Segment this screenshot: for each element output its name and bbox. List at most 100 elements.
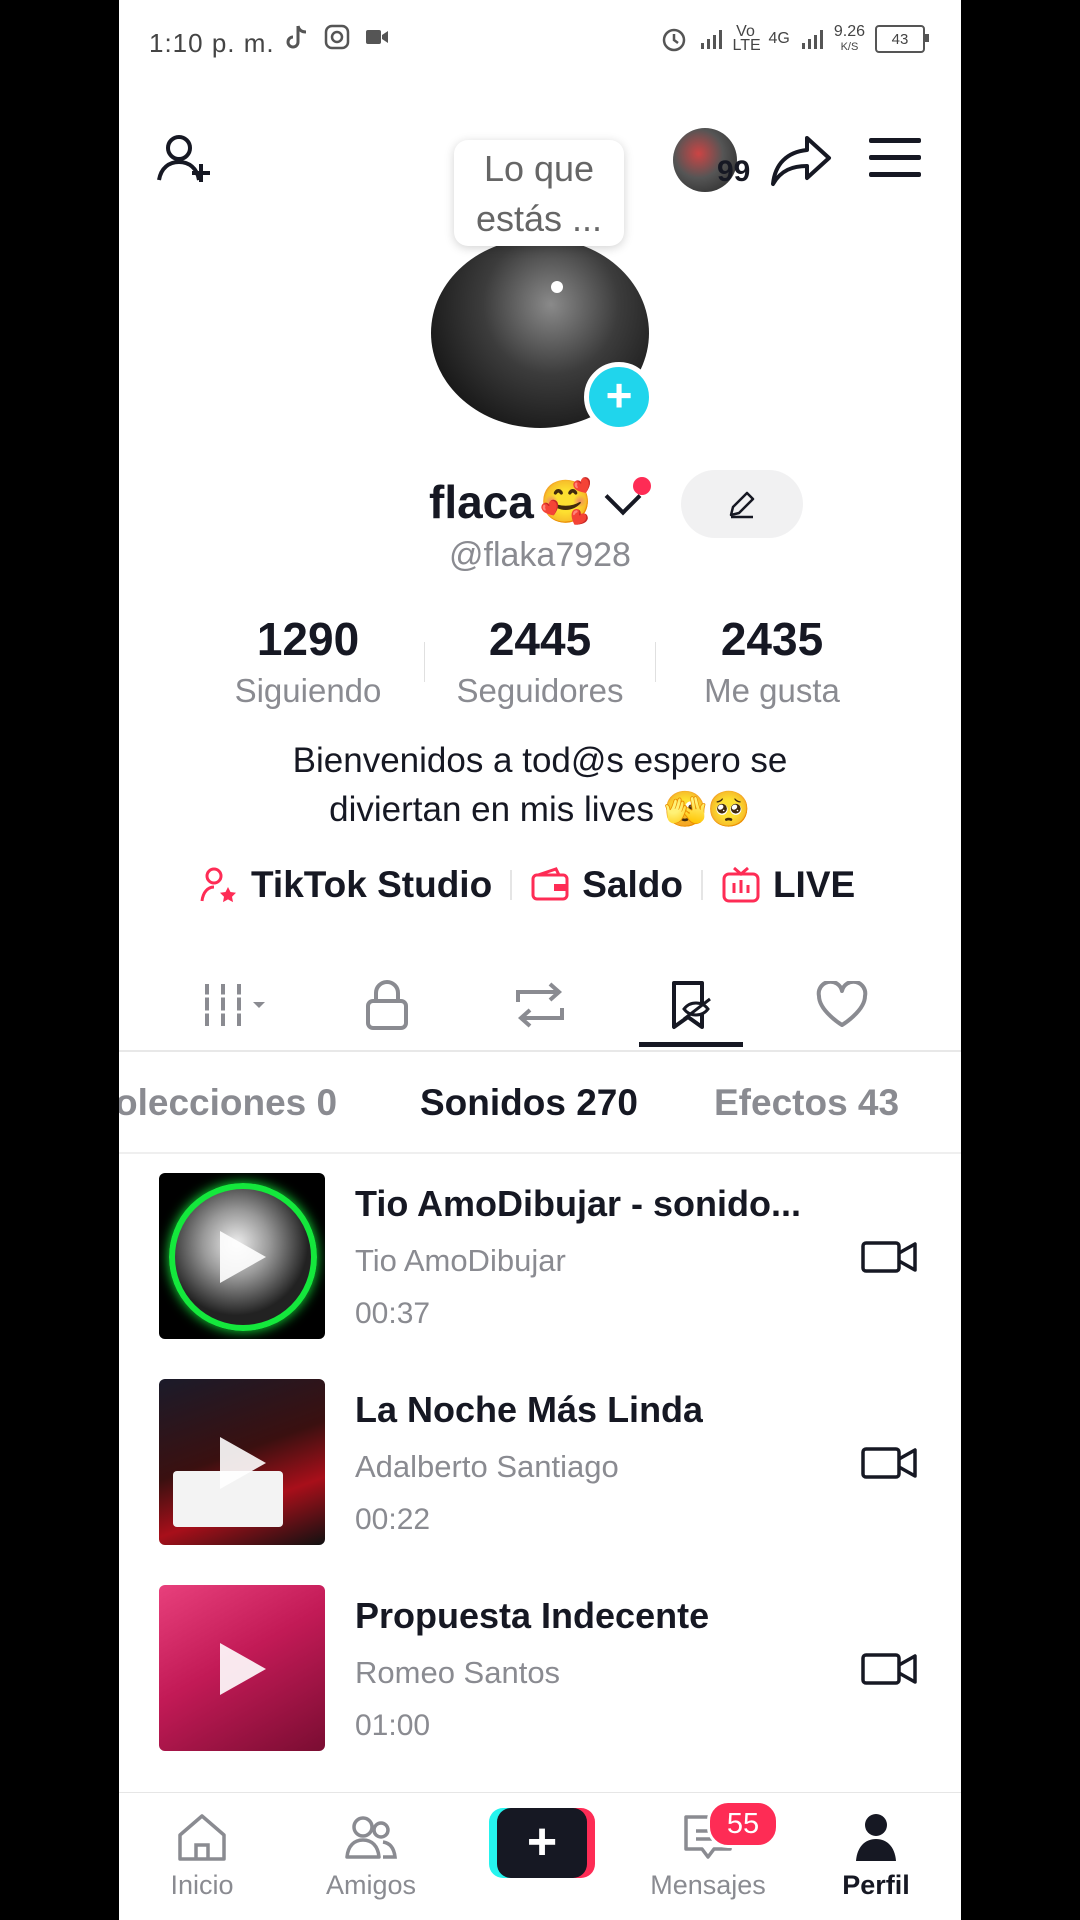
sound-artist: Romeo Santos: [355, 1655, 561, 1690]
link-divider: [510, 870, 513, 900]
tiktok-studio-link[interactable]: TikTok Studio: [199, 864, 492, 906]
status-bar: 1:10 p. m. Vo LTE 4G 9.26 K/S 43: [119, 0, 961, 86]
studio-label: TikTok Studio: [251, 864, 493, 905]
create-button[interactable]: +: [489, 1808, 595, 1878]
sound-cover: [159, 1585, 325, 1751]
bookmark-hidden-icon: [672, 981, 711, 1029]
sound-cover: [159, 1173, 325, 1339]
battery-icon: 43: [875, 25, 929, 53]
instagram-notification-icon: [324, 24, 350, 50]
stat-followers[interactable]: 2445 Seguidores: [424, 612, 656, 710]
nav-home[interactable]: Inicio: [142, 1811, 262, 1901]
tab-collections[interactable]: olecciones 0: [119, 1082, 337, 1124]
home-icon: [178, 1814, 226, 1861]
tab-reposts[interactable]: [490, 960, 590, 1050]
wallet-icon: [531, 867, 569, 901]
nav-label: Amigos: [325, 1870, 417, 1900]
tab-favorites[interactable]: [641, 960, 741, 1050]
battery-level: 43: [891, 30, 909, 48]
share-icon[interactable]: [769, 130, 835, 190]
network-gen-label: 4G: [768, 30, 790, 47]
status-right: Vo LTE 4G 9.26 K/S 43: [659, 22, 929, 54]
tooltip-dot: [551, 281, 563, 293]
bio-line: Bienvenidos a tod@s espero se: [292, 741, 788, 780]
sound-title: Tio AmoDibujar - sonido...: [355, 1183, 801, 1224]
tab-videos[interactable]: [189, 960, 289, 1050]
profile-name-row[interactable]: flaca 🥰: [429, 475, 642, 529]
profile-handle: @flaka7928: [449, 536, 631, 574]
stat-likes[interactable]: 2435 Me gusta: [656, 612, 888, 710]
stat-label: Siguiendo: [234, 672, 382, 709]
stat-label: Seguidores: [456, 672, 624, 709]
play-icon[interactable]: [220, 1643, 266, 1695]
play-icon[interactable]: [220, 1231, 266, 1283]
repost-icon: [516, 982, 564, 1028]
play-icon[interactable]: [220, 1437, 266, 1489]
notification-dot: [633, 477, 651, 495]
sound-title: La Noche Más Linda: [355, 1389, 704, 1430]
nav-friends[interactable]: Amigos: [311, 1811, 431, 1901]
sound-item[interactable]: Tio AmoDibujar - sonido... Tio AmoDibuja…: [159, 1173, 929, 1339]
sound-item[interactable]: La Noche Más Linda Adalberto Santiago 00…: [159, 1379, 929, 1545]
add-friend-icon[interactable]: [153, 128, 217, 192]
add-story-button[interactable]: +: [584, 362, 654, 432]
profile-stats: 1290 Siguiendo 2445 Seguidores 2435 Me g…: [119, 612, 961, 710]
friends-icon: [345, 1816, 397, 1859]
name-emoji: 🥰: [539, 477, 593, 525]
tiktok-notification-icon: [286, 25, 307, 49]
sound-duration: 00:37: [355, 1297, 431, 1330]
stat-value: 1290: [256, 613, 360, 665]
sound-duration: 00:22: [355, 1503, 431, 1536]
stat-following[interactable]: 1290 Siguiendo: [192, 612, 424, 710]
messages-badge: 55: [707, 1800, 779, 1848]
profile-links: TikTok Studio Saldo LIVE: [199, 864, 855, 906]
status-tooltip[interactable]: Lo que estás ...: [454, 140, 624, 246]
speed-value: 9.26: [833, 22, 865, 40]
saldo-label: Saldo: [582, 864, 683, 905]
tab-private[interactable]: [337, 960, 437, 1050]
sound-title: Propuesta Indecente: [355, 1595, 710, 1636]
profile-name: flaca: [429, 476, 534, 528]
stat-label: Me gusta: [704, 672, 840, 709]
alarm-icon: [662, 28, 685, 52]
pencil-icon: [729, 491, 755, 519]
video-camera-icon[interactable]: [861, 1445, 917, 1481]
sound-artist: Adalberto Santiago: [355, 1449, 619, 1484]
tab-liked[interactable]: [792, 960, 892, 1050]
sound-item[interactable]: Propuesta Indecente Romeo Santos 01:00: [159, 1585, 929, 1751]
signal-icon: [700, 30, 722, 49]
network-label: Vo LTE: [732, 23, 761, 54]
active-tab-indicator: [639, 1042, 743, 1047]
tiktok-profile-screen: 1:10 p. m. Vo LTE 4G 9.26 K/S 43 99 Lo q…: [119, 0, 961, 1920]
menu-icon[interactable]: [869, 138, 921, 182]
saldo-link[interactable]: Saldo: [530, 864, 683, 906]
live-link[interactable]: LIVE: [721, 864, 855, 906]
tab-sounds[interactable]: Sonidos 270: [420, 1082, 638, 1124]
link-divider: [700, 870, 703, 900]
nav-label: Perfil: [842, 1870, 910, 1900]
stat-value: 2435: [720, 613, 824, 665]
sound-duration: 01:00: [355, 1709, 431, 1742]
profile-content-tabs: [119, 960, 961, 1052]
favorites-subtabs: olecciones 0 Sonidos 270 Efectos 43: [119, 1050, 961, 1154]
video-notification-icon: [366, 30, 388, 44]
status-time: 1:10 p. m.: [149, 28, 275, 58]
plus-icon: +: [497, 1808, 587, 1878]
video-camera-icon[interactable]: [861, 1651, 917, 1687]
profile-icon: [856, 1814, 896, 1861]
profile-bio: Bienvenidos a tod@s espero se diviertan …: [119, 736, 961, 834]
heart-icon: [816, 981, 868, 1027]
signal-icon-2: [801, 30, 823, 49]
video-camera-icon[interactable]: [861, 1239, 917, 1275]
notification-icons: [284, 24, 390, 52]
tab-effects[interactable]: Efectos 43: [714, 1082, 899, 1124]
studio-icon: [200, 867, 236, 903]
grid-icon: [203, 984, 265, 1026]
bio-line: diviertan en mis lives 🫣🥺: [329, 790, 751, 829]
network-speed: 9.26 K/S: [833, 22, 865, 54]
live-label: LIVE: [772, 864, 856, 905]
nav-profile[interactable]: Perfil: [816, 1811, 936, 1901]
stat-divider: [424, 642, 425, 682]
nav-label: Mensajes: [650, 1870, 766, 1900]
edit-profile-button[interactable]: [681, 470, 803, 538]
